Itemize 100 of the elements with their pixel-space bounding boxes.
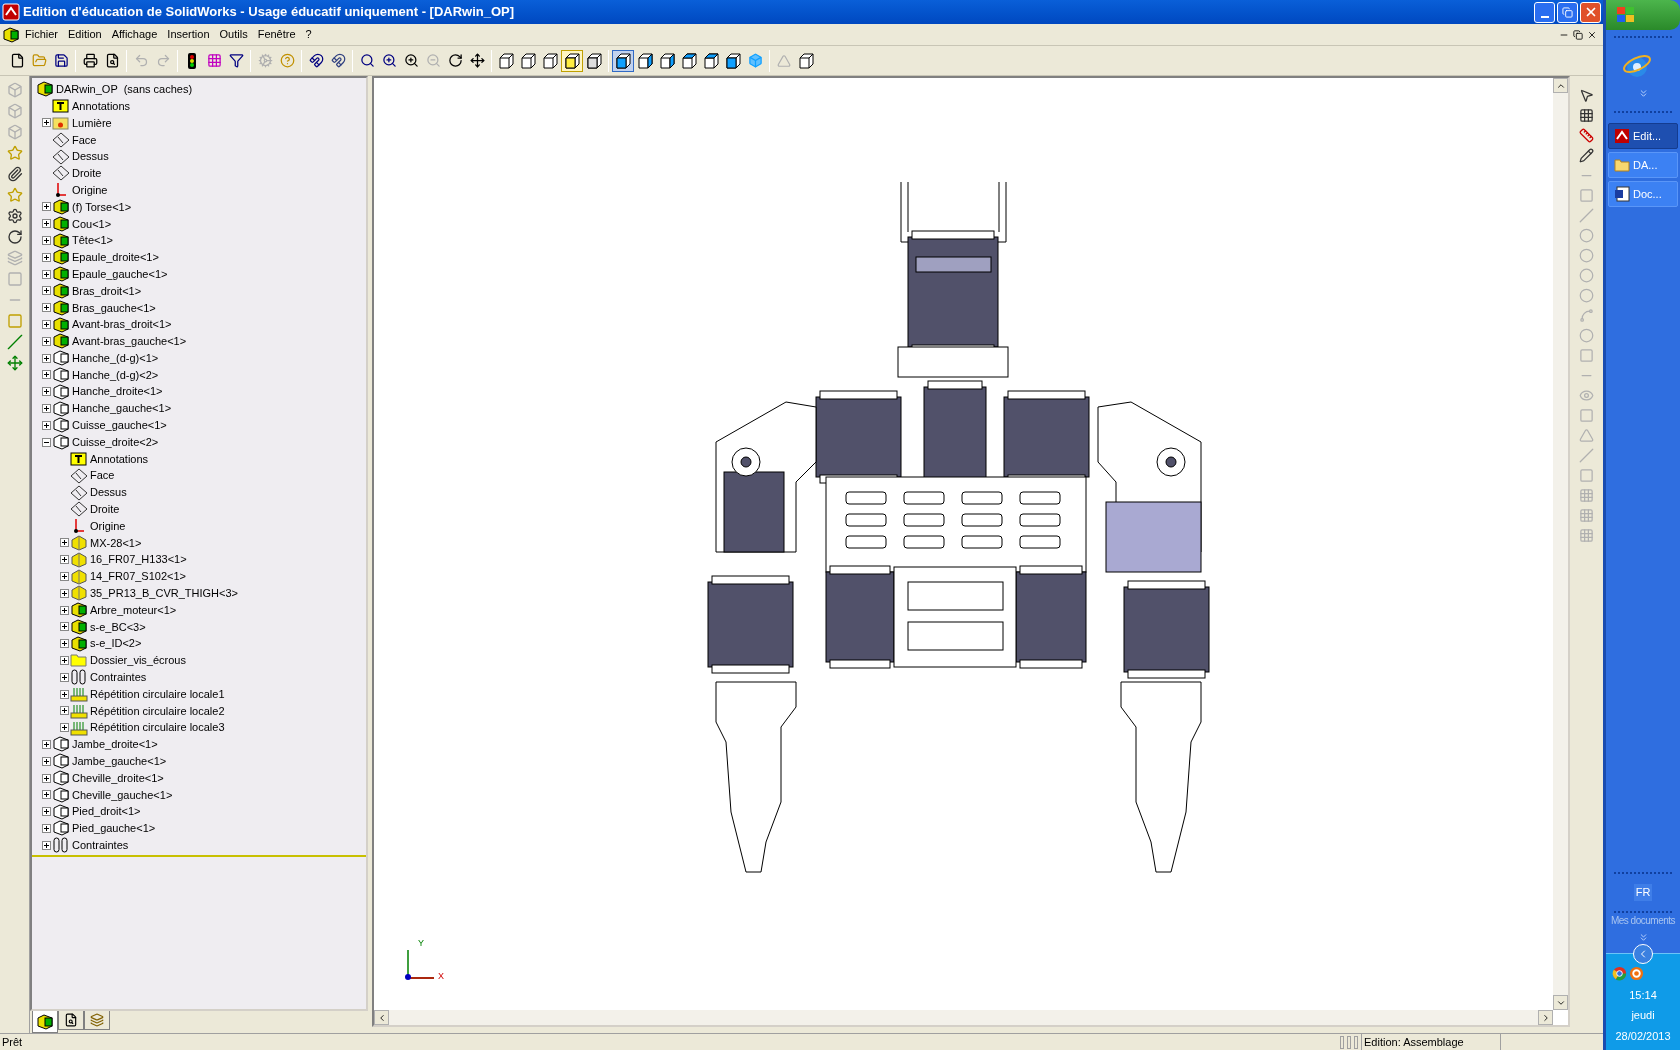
browser-icon[interactable] <box>1622 52 1652 80</box>
tree-item[interactable]: Arbre_moteur<1> <box>89 601 178 619</box>
menu-item[interactable]: ? <box>300 26 317 43</box>
tree-item[interactable]: Bras_gauche<1> <box>71 299 157 316</box>
tree-item[interactable]: Epaule_gauche<1> <box>71 265 169 283</box>
tree-item[interactable]: Tête<1> <box>71 232 114 249</box>
line-icon[interactable] <box>6 334 23 350</box>
menu-item[interactable]: Fichier <box>20 26 63 43</box>
tree-item[interactable]: 35_PR13_B_CVR_THIGH<3> <box>89 585 239 602</box>
expand-toggle[interactable] <box>41 236 51 246</box>
expand-toggle[interactable] <box>41 404 51 414</box>
expand-toggle[interactable] <box>41 353 51 363</box>
expand-toggle[interactable] <box>41 387 51 397</box>
menu-item[interactable]: Insertion <box>162 26 215 43</box>
expand-toggle[interactable] <box>41 269 51 279</box>
expand-toggle[interactable] <box>41 420 51 430</box>
expand-toggle[interactable] <box>41 840 51 850</box>
pointer-icon[interactable] <box>1579 88 1594 103</box>
tree-item[interactable]: Contraintes <box>71 837 130 854</box>
expand-toggle[interactable] <box>41 219 51 229</box>
tree-item[interactable]: Dessus <box>89 484 128 501</box>
tree-item[interactable]: Répétition circulaire locale2 <box>89 702 226 720</box>
tree-item[interactable]: s-e_BC<3> <box>89 618 147 636</box>
grid-icon[interactable] <box>1579 108 1594 123</box>
tree-item[interactable]: Face <box>71 131 98 149</box>
close-icon[interactable] <box>1587 29 1597 40</box>
tree-item[interactable]: Epaule_droite<1> <box>71 249 160 266</box>
expand-toggle[interactable] <box>41 807 51 817</box>
expand-toggle[interactable] <box>41 303 51 313</box>
tree-item[interactable]: Hanche_gauche<1> <box>71 400 173 417</box>
tree-item[interactable]: Face <box>89 467 116 484</box>
tree-item[interactable]: Origine <box>71 181 109 199</box>
paperclip-icon[interactable] <box>6 166 23 182</box>
expand-toggle[interactable] <box>41 336 51 346</box>
tree-item[interactable]: Cuisse_gauche<1> <box>71 417 168 434</box>
expand-toggle[interactable] <box>41 370 51 380</box>
tree-item[interactable]: Hanche_(d-g)<2> <box>71 366 160 384</box>
expand-toggle[interactable] <box>59 689 69 699</box>
tree-item[interactable]: MX-28<1> <box>89 534 143 552</box>
expand-toggle[interactable] <box>59 672 69 682</box>
expand-toggle[interactable] <box>59 706 69 716</box>
menu-item[interactable]: Fenêtre <box>252 26 301 43</box>
tree-item[interactable]: Origine <box>89 517 127 535</box>
tree-item[interactable]: Jambe_gauche<1> <box>71 753 168 770</box>
rotate-icon[interactable] <box>6 229 23 245</box>
tree-item[interactable]: Jambe_droite<1> <box>71 736 159 753</box>
expand-toggle[interactable] <box>59 723 69 733</box>
expand-toggle[interactable] <box>59 639 69 649</box>
expand-toggle[interactable] <box>41 773 51 783</box>
expand-toggle[interactable] <box>41 437 51 447</box>
front-view-icon[interactable] <box>612 49 634 72</box>
start-button[interactable] <box>1606 0 1680 30</box>
language-indicator[interactable]: FR <box>1633 884 1653 901</box>
menu-item[interactable]: Affichage <box>106 26 163 43</box>
tree-item[interactable]: Droite <box>71 165 103 182</box>
tree-item[interactable]: Annotations <box>71 97 132 115</box>
close-button[interactable] <box>1580 1 1601 23</box>
tree-item[interactable]: Bras_droit<1> <box>71 282 143 300</box>
expand-toggle[interactable] <box>41 252 51 262</box>
taskbar-button[interactable]: Doc... <box>1608 181 1678 207</box>
tree-item[interactable]: Avant-bras_gauche<1> <box>71 333 188 350</box>
tree-item[interactable]: Annotations <box>89 450 150 468</box>
expand-toggle[interactable] <box>41 118 51 128</box>
ruler-icon[interactable] <box>1579 128 1594 143</box>
pencil-icon[interactable] <box>1579 148 1594 163</box>
expand-toggle[interactable] <box>59 622 69 632</box>
tree-item[interactable]: DARwin_OP (sans caches) <box>55 81 194 98</box>
tree-item[interactable]: Hanche_droite<1> <box>71 383 164 400</box>
tree-item[interactable]: Répétition circulaire locale1 <box>89 685 226 703</box>
expand-toggle[interactable] <box>59 605 69 615</box>
expand-toggle[interactable] <box>59 656 69 665</box>
restore-icon[interactable] <box>1573 29 1583 40</box>
expand-toggle[interactable] <box>59 538 69 548</box>
tree-item[interactable]: 14_FR07_S102<1> <box>89 568 188 585</box>
tree-item[interactable]: Dossier_vis_écrous <box>89 652 187 669</box>
horizontal-scrollbar[interactable] <box>374 1010 1553 1025</box>
expand-toggle[interactable] <box>41 823 51 833</box>
tree-item[interactable]: Pied_droit<1> <box>71 803 142 820</box>
tree-item[interactable]: Avant-bras_droit<1> <box>71 316 173 333</box>
tree-item[interactable]: s-e_ID<2> <box>89 635 143 652</box>
menu-item[interactable]: Outils <box>214 26 253 43</box>
tree-item[interactable]: Hanche_(d-g)<1> <box>71 349 160 367</box>
star-icon[interactable] <box>6 187 23 203</box>
tree-item[interactable]: Dessus <box>71 148 110 165</box>
expand-toggle[interactable] <box>41 202 51 212</box>
tree-item[interactable]: (f) Torse<1> <box>71 198 133 216</box>
taskbar-button[interactable]: Edit... <box>1608 123 1678 149</box>
tree-item[interactable]: 16_FR07_H133<1> <box>89 551 188 568</box>
expand-toggle[interactable] <box>41 756 51 766</box>
tree-item[interactable]: Cheville_droite<1> <box>71 769 165 787</box>
tray-app-icon[interactable] <box>1629 965 1644 981</box>
browser-icon[interactable] <box>1612 965 1627 981</box>
expand-toggle[interactable] <box>59 555 69 565</box>
star-icon[interactable] <box>6 145 23 161</box>
expand-toggle[interactable] <box>41 739 51 749</box>
menu-item[interactable]: Edition <box>63 26 107 43</box>
expand-toggle[interactable] <box>59 588 69 598</box>
gear-icon[interactable] <box>6 208 23 224</box>
tree-item[interactable]: Droite <box>89 501 121 518</box>
panel-tab[interactable] <box>32 1011 58 1033</box>
